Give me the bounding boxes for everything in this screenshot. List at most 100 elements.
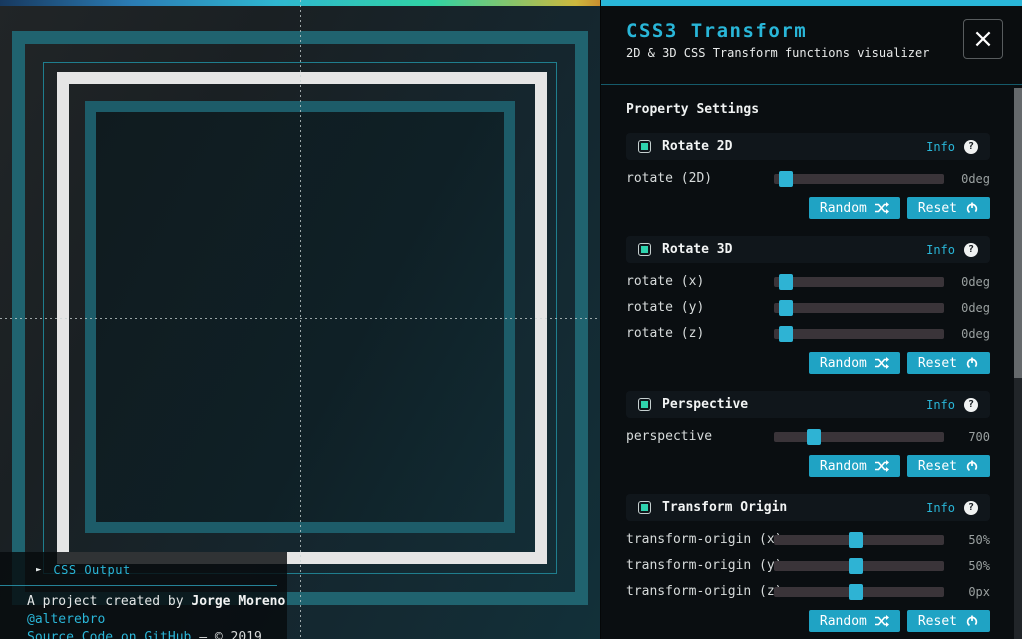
scrollbar-thumb[interactable] [1014, 88, 1022, 378]
slider-value: 0px [944, 585, 990, 599]
slider-track[interactable] [774, 174, 944, 184]
section-header-transform-origin: Transform OriginInfo? [626, 494, 990, 521]
slider-track[interactable] [774, 535, 944, 545]
random-button[interactable]: Random [809, 455, 900, 477]
reset-button[interactable]: Reset [907, 197, 990, 219]
power-icon [965, 357, 979, 369]
source-line: Source Code on GitHub — © 2019 www.moro.… [0, 629, 287, 639]
button-row: Random Reset [626, 455, 990, 477]
slider-thumb[interactable] [849, 584, 863, 600]
question-icon[interactable]: ? [964, 140, 978, 154]
settings-heading: Property Settings [626, 102, 990, 117]
random-button[interactable]: Random [809, 197, 900, 219]
slider-thumb[interactable] [779, 300, 793, 316]
slider-track[interactable] [774, 561, 944, 571]
checkbox-checked-icon [641, 143, 648, 150]
preview-canvas: ► CSS Output A project created by Jorge … [0, 0, 600, 639]
slider-thumb[interactable] [779, 274, 793, 290]
info-link[interactable]: Info [926, 398, 955, 412]
random-button[interactable]: Random [809, 352, 900, 374]
info-link[interactable]: Info [926, 140, 955, 154]
section-header-rotate-2d: Rotate 2DInfo? [626, 133, 990, 160]
slider-value: 0deg [944, 327, 990, 341]
css-output-panel: ► CSS Output A project created by Jorge … [0, 552, 287, 639]
checkbox-perspective[interactable] [638, 398, 651, 411]
slider-track[interactable] [774, 432, 944, 442]
panel-scrollbar[interactable] [1014, 88, 1022, 639]
random-button[interactable]: Random [809, 610, 900, 632]
section-title: Rotate 3D [662, 242, 926, 257]
power-icon [965, 460, 979, 472]
section-header-rotate-3d: Rotate 3DInfo? [626, 236, 990, 263]
reset-button[interactable]: Reset [907, 352, 990, 374]
info-link[interactable]: Info [926, 243, 955, 257]
slider-label: transform-origin (y) [626, 558, 766, 573]
slider-track[interactable] [774, 329, 944, 339]
close-button[interactable]: × [963, 19, 1003, 59]
slider-value: 50% [944, 559, 990, 573]
shuffle-icon [875, 460, 889, 472]
reset-button-label: Reset [918, 459, 957, 474]
random-button-label: Random [820, 201, 867, 216]
slider-row-perspective-0: perspective 700 [626, 429, 990, 444]
slider-row-rotate-3d-1: rotate (y)0deg [626, 300, 990, 315]
slider-label: transform-origin (z) [626, 584, 766, 599]
slider-value: 0deg [944, 172, 990, 186]
slider-track[interactable] [774, 587, 944, 597]
slider-track[interactable] [774, 277, 944, 287]
section-title: Perspective [662, 397, 926, 412]
random-button-label: Random [820, 356, 867, 371]
slider-thumb[interactable] [849, 558, 863, 574]
section-header-perspective: PerspectiveInfo? [626, 391, 990, 418]
slider-label: rotate (2D) [626, 171, 766, 186]
info-link[interactable]: Info [926, 501, 955, 515]
slider-row-rotate-2d-0: rotate (2D) 0deg [626, 171, 990, 186]
close-icon: × [972, 24, 994, 54]
slider-row-transform-origin-2: transform-origin (z) 0px [626, 584, 990, 599]
question-icon[interactable]: ? [964, 398, 978, 412]
reset-button-label: Reset [918, 614, 957, 629]
slider-track[interactable] [774, 303, 944, 313]
slider-value: 700 [944, 430, 990, 444]
reset-button[interactable]: Reset [907, 455, 990, 477]
footer-divider [0, 585, 277, 586]
random-button-label: Random [820, 459, 867, 474]
section-rotate-2d: Rotate 2DInfo? rotate (2D) 0deg Random Reset [626, 133, 990, 219]
section-title: Rotate 2D [662, 139, 926, 154]
app-title: CSS3 Transform [626, 20, 807, 42]
question-icon[interactable]: ? [964, 243, 978, 257]
author-name: Jorge Moreno [191, 594, 285, 609]
slider-row-transform-origin-0: transform-origin (x)50% [626, 532, 990, 547]
css-output-toggle[interactable]: ► CSS Output [0, 552, 287, 577]
button-row: Random Reset [626, 610, 990, 632]
panel-body: Property Settings Rotate 2DInfo?rotate (… [601, 86, 1015, 639]
slider-thumb[interactable] [807, 429, 821, 445]
checkbox-rotate-3d[interactable] [638, 243, 651, 256]
question-icon[interactable]: ? [964, 501, 978, 515]
slider-thumb[interactable] [779, 171, 793, 187]
collapsed-arrow-icon: ► [36, 566, 41, 575]
power-icon [965, 202, 979, 214]
reset-button[interactable]: Reset [907, 610, 990, 632]
slider-label: transform-origin (x) [626, 532, 766, 547]
settings-panel: CSS3 Transform 2D & 3D CSS Transform fun… [600, 0, 1022, 639]
slider-label: perspective [626, 429, 766, 444]
slider-row-rotate-3d-2: rotate (z)0deg [626, 326, 990, 341]
author-handle-link[interactable]: @alterebro [27, 612, 105, 627]
credit-text: A project created by [27, 594, 191, 609]
reset-button-label: Reset [918, 201, 957, 216]
section-transform-origin: Transform OriginInfo? transform-origin (x… [626, 494, 990, 632]
section-rotate-3d: Rotate 3DInfo? rotate (x)0deg rotate (y)0d… [626, 236, 990, 374]
button-row: Random Reset [626, 197, 990, 219]
css-output-label: CSS Output [53, 563, 130, 577]
source-code-link[interactable]: Source Code on GitHub [27, 630, 191, 639]
slider-thumb[interactable] [779, 326, 793, 342]
slider-value: 0deg [944, 275, 990, 289]
checkbox-transform-origin[interactable] [638, 501, 651, 514]
slider-thumb[interactable] [849, 532, 863, 548]
power-icon [965, 615, 979, 627]
css3-transform-app: ► CSS Output A project created by Jorge … [0, 0, 1022, 639]
checkbox-rotate-2d[interactable] [638, 140, 651, 153]
slider-row-rotate-3d-0: rotate (x)0deg [626, 274, 990, 289]
shuffle-icon [875, 357, 889, 369]
